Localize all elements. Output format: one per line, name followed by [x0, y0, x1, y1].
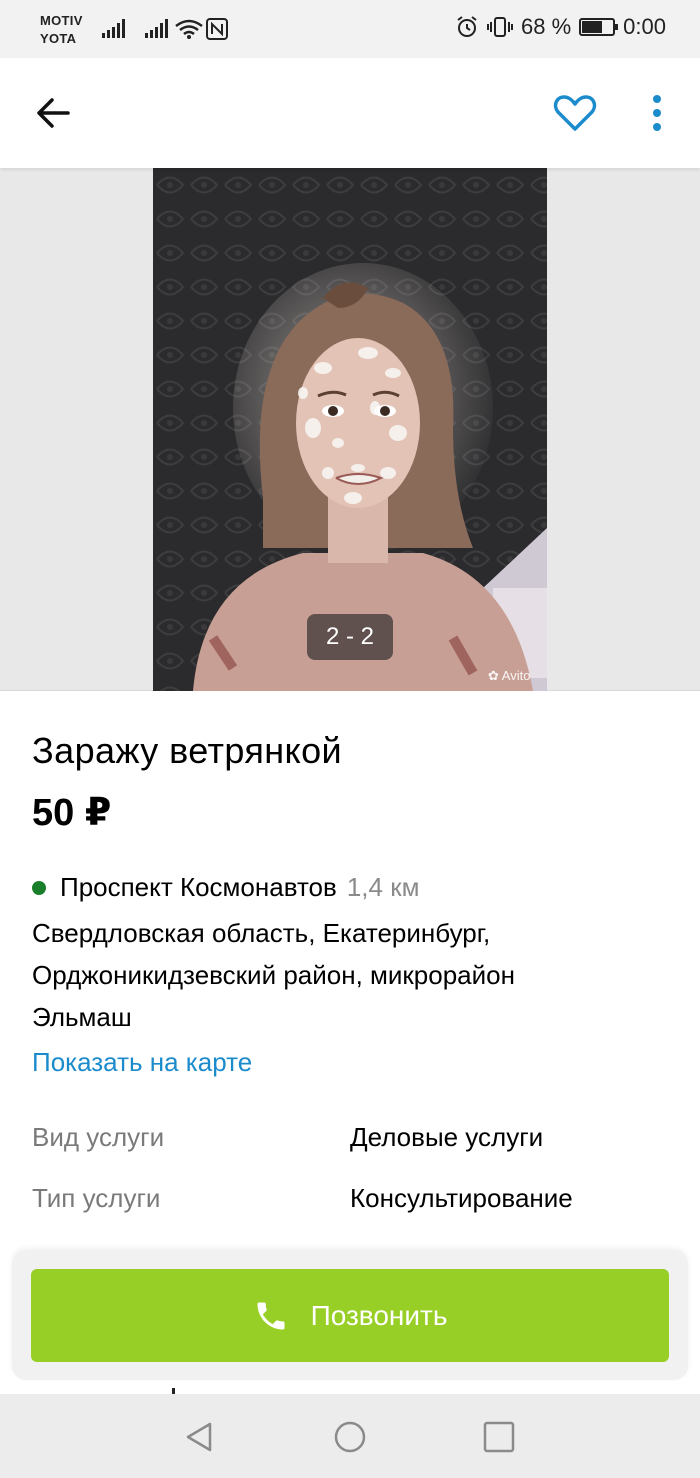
photo-gallery[interactable]: 2 - 2 ✿ Avito: [0, 168, 700, 691]
nav-home-button[interactable]: [329, 1416, 371, 1458]
metro-line-dot-icon: [32, 880, 46, 895]
back-arrow-icon: [37, 98, 70, 128]
param-label: Вид услуги: [32, 1122, 165, 1152]
address-line: Свердловская область, Екатеринбург,: [32, 918, 491, 948]
signal-icon: [102, 19, 125, 38]
photo-image: [153, 168, 547, 691]
watermark-text: Avito: [501, 668, 531, 683]
carrier-1: MOTIV: [40, 13, 83, 28]
more-vert-icon: [653, 95, 661, 131]
wifi-icon: [175, 19, 203, 39]
call-button-label: Позвонить: [310, 1299, 448, 1331]
metro-station-name: Проспект Космонавтов: [60, 872, 337, 902]
listing-price: 50 ₽: [32, 792, 112, 834]
address: Свердловская область, Екатеринбург, Ордж…: [32, 912, 652, 1038]
heart-icon: [553, 95, 597, 131]
listing-photo[interactable]: [153, 168, 547, 691]
photo-counter: 2 - 2: [307, 614, 393, 660]
watermark: ✿ Avito: [488, 668, 530, 684]
vibrate-icon: [487, 17, 514, 37]
address-line: Эльмаш: [32, 1002, 132, 1032]
nfc-icon: [206, 18, 228, 40]
show-on-map-link[interactable]: Показать на карте: [32, 1047, 252, 1078]
recents-square-icon: [483, 1421, 515, 1453]
metro-distance: 1,4 км: [346, 872, 420, 902]
avito-logo-icon: ✿: [488, 668, 502, 683]
nav-back-button[interactable]: [180, 1416, 222, 1458]
app-bar: [0, 58, 700, 168]
phone-icon: [257, 1302, 285, 1329]
more-options-button[interactable]: [640, 92, 674, 134]
param-value: Деловые услуги: [350, 1122, 544, 1152]
carrier-labels: MOTIV YOTA: [40, 12, 83, 48]
carrier-2: YOTA: [40, 31, 77, 46]
param-label: Тип услуги: [32, 1183, 161, 1213]
back-button[interactable]: [30, 88, 80, 138]
alarm-icon: [457, 16, 477, 37]
favorite-button[interactable]: [552, 92, 598, 134]
nav-recents-button[interactable]: [478, 1416, 520, 1458]
battery-icon: [579, 18, 619, 36]
address-line: Орджоникидзевский район, микрорайон: [32, 960, 515, 990]
call-panel: Позвонить: [12, 1250, 688, 1380]
call-button[interactable]: Позвонить: [31, 1269, 669, 1362]
clock: 0:00: [623, 14, 666, 39]
metro-station: Проспект Космонавтов 1,4 км: [32, 872, 419, 903]
status-right: 68 % 0:00: [455, 14, 666, 40]
back-triangle-icon: [186, 1422, 212, 1452]
home-circle-icon: [334, 1421, 366, 1453]
status-bar: MOTIV YOTA 68 % 0:00: [0, 0, 700, 58]
listing-title: Заражу ветрянкой: [32, 730, 343, 771]
signal-icon: [145, 19, 168, 38]
param-value: Консультирование: [350, 1183, 573, 1213]
system-nav-bar: [0, 1394, 700, 1478]
battery-level: [582, 21, 602, 33]
battery-percent: 68 %: [521, 14, 572, 39]
